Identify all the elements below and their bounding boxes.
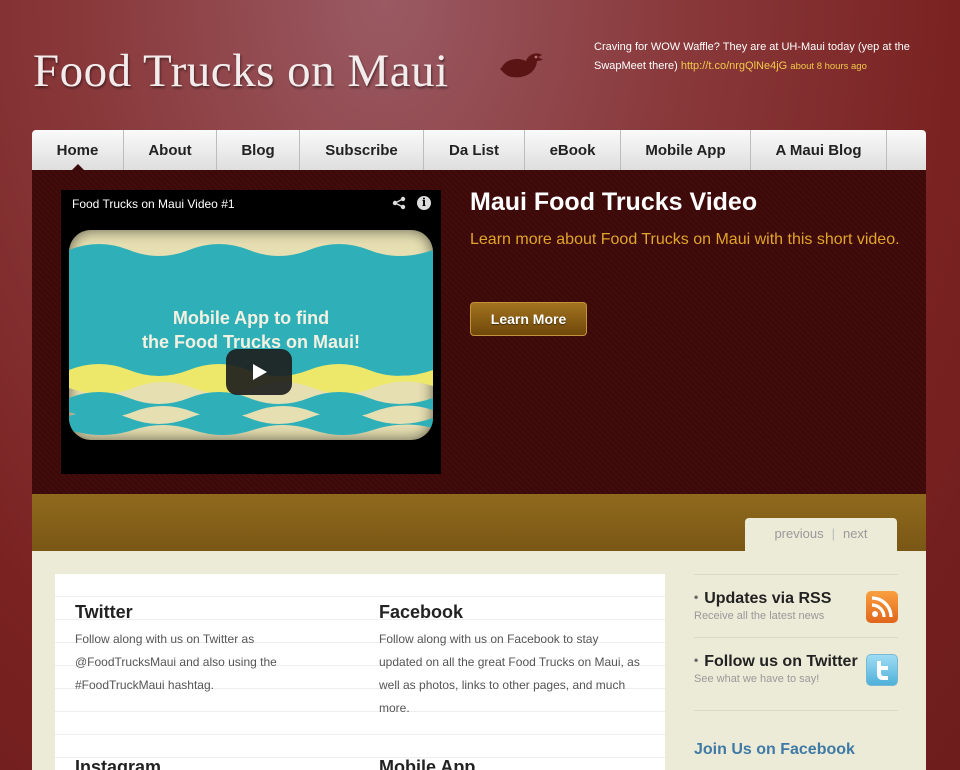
tweet-link[interactable]: http://t.co/nrgQlNe4jG (681, 60, 787, 72)
twitter-follow-subtitle: See what we have to say! (694, 673, 820, 685)
feature-title: Maui Food Trucks Video (470, 188, 758, 216)
play-button-icon[interactable] (226, 349, 292, 395)
facebook-section: Facebook Follow along with us on Faceboo… (379, 602, 641, 720)
feature-slider: Food Trucks on Maui Video #1 i Mobile Ap… (32, 170, 926, 494)
nav-item-da-list[interactable]: Da List (424, 130, 525, 170)
twitter-text: Follow along with us on Twitter as @Food… (75, 632, 277, 692)
mobile-app-title: Mobile App (379, 757, 476, 770)
rss-subtitle: Receive all the latest news (694, 610, 825, 622)
instagram-title: Instagram (75, 757, 162, 770)
nav-item-blog[interactable]: Blog (217, 130, 300, 170)
slider-pager: previous | next (745, 518, 897, 551)
twitter-follow-title[interactable]: Follow us on Twitter (694, 653, 857, 671)
video-player[interactable]: Food Trucks on Maui Video #1 i Mobile Ap… (61, 190, 441, 474)
nav-item-home[interactable]: Home (32, 130, 124, 170)
nav-item-mobile-app[interactable]: Mobile App (621, 130, 751, 170)
header: Food Trucks on Maui Craving for WOW Waff… (0, 0, 960, 130)
thumbnail-line-1: Mobile App to find (172, 308, 330, 328)
facebook-text: Follow along with us on Facebook to stay… (379, 632, 640, 715)
video-thumbnail[interactable]: Mobile App to find the Food Trucks on Ma… (69, 230, 433, 440)
twitter-box[interactable]: Follow us on Twitter See what we have to… (694, 637, 898, 700)
twitter-bird-icon (500, 53, 543, 78)
rss-box[interactable]: Updates via RSS Receive all the latest n… (694, 574, 898, 637)
rss-title[interactable]: Updates via RSS (694, 590, 831, 608)
twitter-section: Twitter Follow along with us on Twitter … (75, 602, 337, 697)
tweet-time[interactable]: about 8 hours ago (790, 61, 867, 72)
rss-icon[interactable] (866, 591, 898, 623)
join-facebook-link[interactable]: Join Us on Facebook (694, 710, 898, 759)
content-area: Twitter Follow along with us on Twitter … (32, 551, 926, 770)
twitter-icon[interactable] (866, 654, 898, 686)
facebook-title: Facebook (379, 602, 464, 622)
share-icon[interactable] (392, 196, 406, 210)
slider-controls-bar: previous | next (32, 494, 926, 551)
next-link[interactable]: next (843, 526, 868, 541)
thumbnail-text: Mobile App to find the Food Trucks on Ma… (69, 306, 433, 354)
twitter-title: Twitter (75, 602, 133, 622)
nav-item-ebook[interactable]: eBook (525, 130, 621, 170)
nav-item-subscribe[interactable]: Subscribe (300, 130, 424, 170)
main-nav: Home About Blog Subscribe Da List eBook … (32, 130, 926, 170)
site-title[interactable]: Food Trucks on Maui (33, 44, 449, 98)
learn-more-button[interactable]: Learn More (470, 302, 587, 336)
nav-item-about[interactable]: About (124, 130, 217, 170)
video-title[interactable]: Food Trucks on Maui Video #1 (72, 197, 235, 211)
info-icon[interactable]: i (417, 196, 431, 210)
pager-divider: | (831, 526, 835, 541)
feature-description: Learn more about Food Trucks on Maui wit… (470, 231, 900, 248)
nav-item-a-maui-blog[interactable]: A Maui Blog (751, 130, 887, 170)
main-panel: Twitter Follow along with us on Twitter … (55, 574, 665, 770)
sidebar: Updates via RSS Receive all the latest n… (694, 574, 898, 758)
previous-link[interactable]: previous (774, 526, 823, 541)
latest-tweet: Craving for WOW Waffle? They are at UH-M… (594, 38, 929, 76)
